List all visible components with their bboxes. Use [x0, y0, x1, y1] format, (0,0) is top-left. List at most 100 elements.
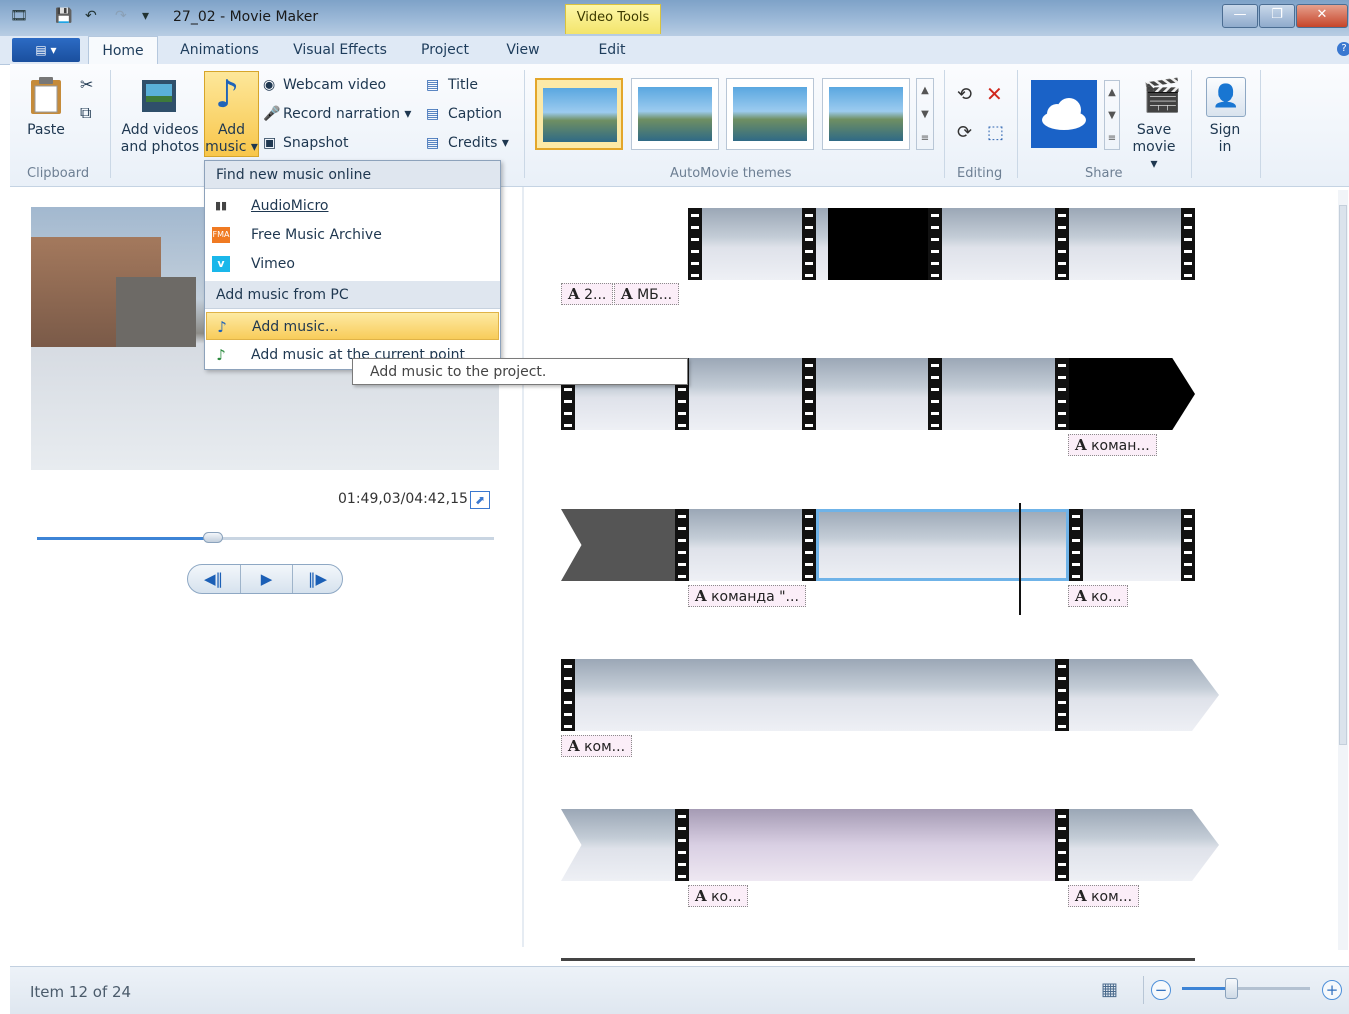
previous-frame-icon[interactable]: ◀‖: [188, 565, 239, 593]
scrollbar-thumb[interactable]: [1339, 205, 1347, 745]
cut-icon[interactable]: ✂: [80, 75, 93, 94]
help-icon[interactable]: ?: [1337, 42, 1349, 56]
undo-icon[interactable]: ↶: [85, 8, 97, 28]
app-icon[interactable]: 🎞: [10, 8, 28, 28]
caption-clip[interactable]: A ком...: [561, 735, 633, 757]
music-note-icon: ♪: [217, 318, 227, 336]
menu-item-add-music[interactable]: ♪ Add music...: [206, 312, 499, 340]
video-clip[interactable]: [561, 809, 675, 881]
add-videos-button[interactable]: [140, 76, 180, 116]
tab-visual-effects[interactable]: Visual Effects: [285, 36, 395, 64]
caption-clip[interactable]: A 2...: [561, 283, 614, 305]
transition-clip[interactable]: [561, 509, 675, 581]
close-button[interactable]: ✕: [1296, 4, 1348, 28]
copy-icon[interactable]: ⧉: [80, 103, 91, 123]
onedrive-share-button[interactable]: [1031, 80, 1097, 148]
themes-gallery-scroll[interactable]: ▲ ▼ ≡: [916, 78, 934, 150]
credits-button[interactable]: ▤ Credits ▾: [426, 132, 509, 154]
tooltip: Add music to the project.: [352, 358, 688, 385]
video-clip[interactable]: [942, 358, 1055, 430]
webcam-video-button[interactable]: ◉ Webcam video: [263, 74, 386, 96]
add-videos-label-1: Add videos: [121, 122, 199, 138]
video-clip[interactable]: [816, 358, 928, 430]
zoom-in-icon[interactable]: +: [1322, 980, 1342, 1000]
minimize-button[interactable]: —: [1222, 4, 1258, 28]
playhead[interactable]: [1019, 503, 1021, 615]
automovie-theme-3[interactable]: [726, 78, 814, 150]
tab-animations[interactable]: Animations: [172, 36, 267, 64]
snapshot-button[interactable]: ▣ Snapshot: [263, 132, 348, 154]
add-music-menu: Find new music online ▮▮ AudioMicro FMA …: [204, 160, 501, 370]
selected-video-clip[interactable]: [816, 509, 1069, 581]
seek-thumb[interactable]: [203, 532, 223, 543]
title-button[interactable]: ▤ Title: [426, 74, 478, 96]
automovie-theme-2[interactable]: [631, 78, 719, 150]
caption-clip[interactable]: A МБ...: [614, 283, 680, 305]
storyboard-row-partial: [561, 958, 1195, 961]
theme-thumbnail: [543, 88, 617, 142]
title-clip[interactable]: [561, 208, 688, 280]
sign-in-label-2[interactable]: in: [1198, 139, 1252, 156]
tab-edit[interactable]: Edit: [587, 36, 637, 64]
video-clip[interactable]: [1083, 509, 1181, 581]
video-clip[interactable]: [1069, 659, 1219, 731]
select-all-icon[interactable]: ⬚: [987, 122, 1004, 143]
pane-divider[interactable]: [522, 187, 524, 947]
maximize-button[interactable]: ❐: [1259, 4, 1295, 28]
film-perforation: [928, 208, 942, 280]
rotate-left-icon[interactable]: ⟲: [957, 84, 972, 105]
share-gallery-scroll[interactable]: ▲ ▼ ≡: [1104, 80, 1120, 150]
ribbon-separator: [1260, 70, 1261, 178]
caption-clip[interactable]: A коман...: [1068, 434, 1157, 456]
menu-item-vimeo[interactable]: v Vimeo: [206, 250, 499, 278]
automovie-theme-4[interactable]: [822, 78, 910, 150]
video-clip[interactable]: [816, 208, 828, 280]
zoom-slider-thumb[interactable]: [1225, 978, 1238, 999]
video-clip[interactable]: [1069, 208, 1181, 280]
tab-home[interactable]: Home: [88, 36, 158, 64]
paste-button[interactable]: [28, 75, 64, 115]
save-movie-label-2[interactable]: movie ▾: [1127, 139, 1181, 173]
caption-button[interactable]: ▤ Caption: [426, 103, 502, 125]
save-icon[interactable]: 💾: [55, 8, 72, 28]
save-movie-label-1[interactable]: Save: [1127, 122, 1181, 139]
video-clip[interactable]: [575, 659, 1055, 731]
caption-text: ко...: [1091, 589, 1122, 605]
tab-project[interactable]: Project: [412, 36, 478, 64]
customize-toolbar-icon[interactable]: ▾: [142, 8, 149, 28]
caption-clip[interactable]: A ко...: [688, 885, 749, 907]
menu-item-audiomicro[interactable]: ▮▮ AudioMicro: [206, 192, 499, 220]
sign-in-icon[interactable]: 👤: [1206, 77, 1246, 117]
caption-clip[interactable]: A ко...: [1068, 585, 1129, 607]
fullscreen-icon[interactable]: ⬈: [470, 491, 490, 509]
file-menu-button[interactable]: ▤ ▾: [12, 38, 80, 62]
video-clip[interactable]: [689, 358, 802, 430]
caption-icon: A: [695, 587, 707, 605]
caption-clip[interactable]: A ком...: [1068, 885, 1140, 907]
video-clip[interactable]: [828, 208, 928, 280]
transition-clip[interactable]: [1069, 358, 1195, 430]
record-narration-button[interactable]: 🎤 Record narration ▾: [263, 103, 411, 125]
caption-label: Caption: [448, 106, 503, 122]
play-icon[interactable]: ▶: [240, 565, 293, 593]
video-clip[interactable]: [1069, 809, 1219, 881]
add-videos-label-2: and photos: [120, 139, 200, 155]
sign-in-label-1[interactable]: Sign: [1198, 122, 1252, 139]
automovie-theme-1[interactable]: [535, 78, 623, 150]
caption-clip[interactable]: A команда "...: [688, 585, 806, 607]
video-clip[interactable]: [702, 208, 802, 280]
video-clip[interactable]: [942, 208, 1055, 280]
tab-view[interactable]: View: [498, 36, 548, 64]
zoom-out-icon[interactable]: −: [1151, 980, 1171, 1000]
music-note-icon: ♪: [215, 72, 240, 116]
storyboard-row: [561, 659, 1221, 731]
next-frame-icon[interactable]: ‖▶: [292, 565, 343, 593]
storyboard-view-icon[interactable]: ▦: [1101, 979, 1118, 1000]
remove-icon[interactable]: ✕: [986, 82, 1003, 106]
rotate-right-icon[interactable]: ⟳: [957, 122, 972, 143]
ribbon-separator: [524, 70, 525, 178]
menu-item-free-music-archive[interactable]: FMA Free Music Archive: [206, 221, 499, 249]
video-clip[interactable]: [689, 509, 802, 581]
video-clip[interactable]: [689, 809, 1055, 881]
redo-icon[interactable]: ↷: [115, 8, 127, 28]
